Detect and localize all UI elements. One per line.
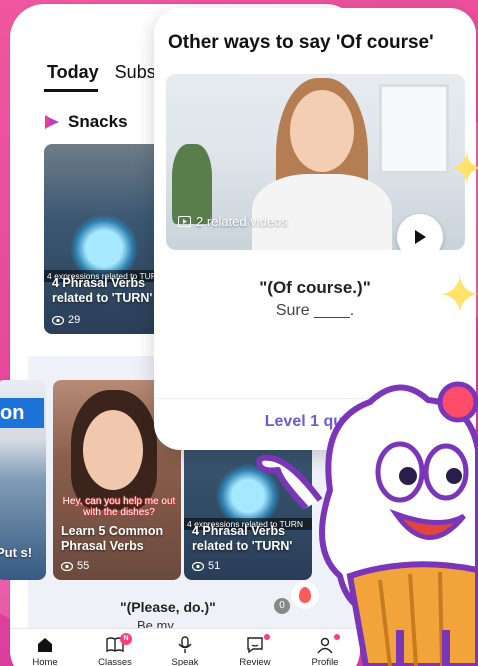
sparkle-icon: ✦ <box>448 145 478 194</box>
video-views: 55 <box>61 560 89 572</box>
card-title: Put s! <box>0 545 33 560</box>
snacks-title: Snacks <box>68 112 128 131</box>
mascot-character <box>256 381 478 666</box>
views-count: 29 <box>68 314 81 326</box>
phrase-quote: "(Please, do.)" <box>120 599 216 615</box>
microphone-icon <box>178 636 192 653</box>
thumbnail-face <box>83 410 143 490</box>
home-icon <box>38 638 52 652</box>
related-videos: 2 related videos <box>178 214 288 229</box>
thumbnail-face <box>290 90 354 172</box>
sparkle-icon: ✦ <box>438 267 478 325</box>
video-views: 29 <box>52 314 80 326</box>
nav-classes-label: Classes <box>98 657 132 666</box>
eye-icon <box>61 561 73 571</box>
snack-video-card[interactable]: 4 expressions related to TURN 4 Phrasal … <box>44 144 164 334</box>
video-views: 51 <box>192 560 220 572</box>
new-badge: N <box>120 633 132 645</box>
views-count: 55 <box>77 560 90 572</box>
nav-classes[interactable]: N Classes <box>84 633 146 666</box>
play-triangles-icon <box>45 115 59 129</box>
nav-home[interactable]: Home <box>14 636 76 666</box>
card-badge: on <box>0 398 44 428</box>
thumbnail-window <box>379 84 449 174</box>
top-tabs: Today Subsc <box>47 62 165 83</box>
popup-video-thumbnail[interactable]: 2 related videos <box>166 74 465 250</box>
tab-underline <box>44 89 98 92</box>
video-title: 4 Phrasal Verbs related to 'TURN' <box>52 276 153 305</box>
eye-icon <box>52 315 64 325</box>
thumbnail-plant <box>172 144 212 224</box>
class-card-partial[interactable]: on Put s! <box>0 380 46 580</box>
phrase-quote: "(Of course.)" <box>259 278 371 297</box>
nav-speak-label: Speak <box>171 657 199 666</box>
speech-caption: Hey, can you help me out with the dishes… <box>62 496 176 518</box>
phrase-blank: Sure ____. <box>275 302 355 319</box>
tab-today[interactable]: Today <box>47 62 99 83</box>
related-videos-label: 2 related videos <box>196 214 288 229</box>
nav-home-label: Home <box>32 657 58 666</box>
thumbnail-body <box>252 174 392 250</box>
play-button[interactable] <box>397 214 443 250</box>
views-count: 51 <box>208 560 221 572</box>
popup-title: Other ways to say 'Of course' <box>168 32 434 53</box>
video-icon <box>178 216 191 227</box>
nav-speak[interactable]: Speak <box>154 636 216 666</box>
snacks-header: Snacks <box>44 112 128 132</box>
eye-icon <box>192 561 204 571</box>
play-icon <box>415 230 426 244</box>
card-title: Learn 5 Common Phrasal Verbs <box>61 524 164 553</box>
